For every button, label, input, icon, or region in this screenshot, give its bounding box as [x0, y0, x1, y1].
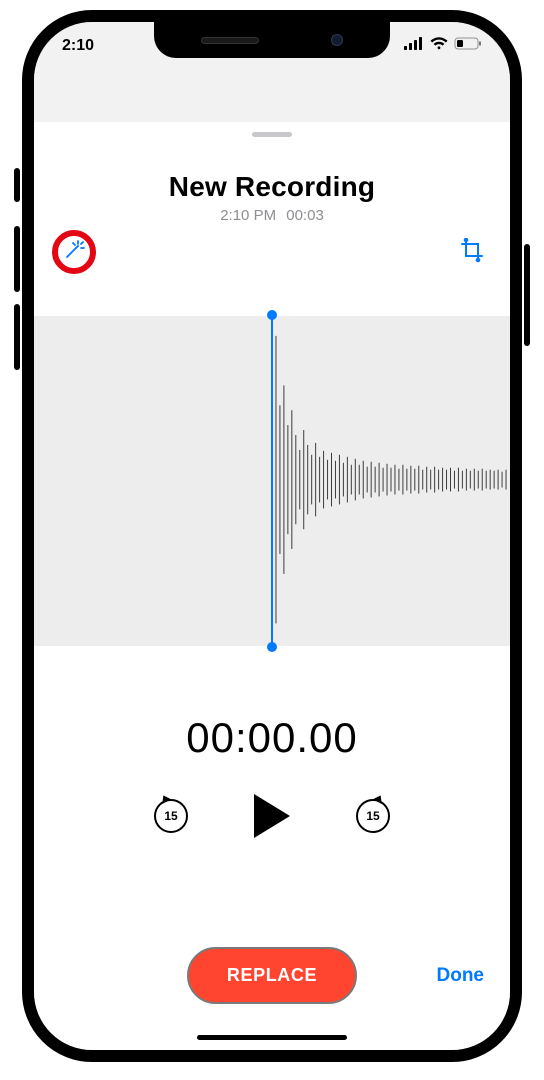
enhance-button[interactable] — [52, 230, 96, 274]
replace-button[interactable]: REPLACE — [187, 947, 357, 1004]
playhead-line[interactable] — [271, 316, 273, 646]
notch — [154, 22, 390, 58]
speaker-grille — [201, 37, 259, 44]
cellular-icon — [404, 37, 424, 55]
transport-controls: 15 15 — [34, 794, 510, 838]
editor-sheet: New Recording 2:10 PM 00:03 — [34, 122, 510, 1050]
status-time: 2:10 — [62, 37, 94, 55]
recording-duration: 00:03 — [286, 207, 324, 224]
power-side — [524, 244, 530, 346]
playhead-handle-bottom[interactable] — [267, 642, 277, 652]
crop-icon — [460, 251, 486, 268]
phone-frame: 2:10 New Recording 2:10 PM 00:03 — [22, 10, 522, 1062]
wifi-icon — [430, 37, 448, 55]
front-camera — [331, 34, 343, 46]
play-button[interactable] — [254, 794, 290, 838]
magic-wand-icon — [63, 239, 85, 266]
volume-up-side — [14, 226, 20, 292]
playhead-timer: 00:00.00 — [34, 714, 510, 762]
volume-down-side — [14, 304, 20, 370]
skip-fwd-value: 15 — [354, 797, 392, 835]
skip-forward-button[interactable]: 15 — [354, 797, 392, 835]
battery-icon — [454, 37, 482, 55]
recording-subtitle: 2:10 PM 00:03 — [34, 207, 510, 224]
skip-back-button[interactable]: 15 — [152, 797, 190, 835]
home-indicator[interactable] — [197, 1035, 347, 1040]
recording-timestamp: 2:10 PM — [220, 207, 276, 224]
done-button[interactable]: Done — [437, 965, 485, 987]
waveform — [272, 316, 510, 643]
sheet-grabber[interactable] — [252, 132, 292, 137]
waveform-area[interactable] — [34, 296, 510, 666]
trim-button[interactable] — [460, 238, 486, 269]
mute-switch — [14, 168, 20, 202]
playhead-handle-top[interactable] — [267, 310, 277, 320]
recording-title[interactable]: New Recording — [34, 171, 510, 203]
skip-back-value: 15 — [152, 797, 190, 835]
